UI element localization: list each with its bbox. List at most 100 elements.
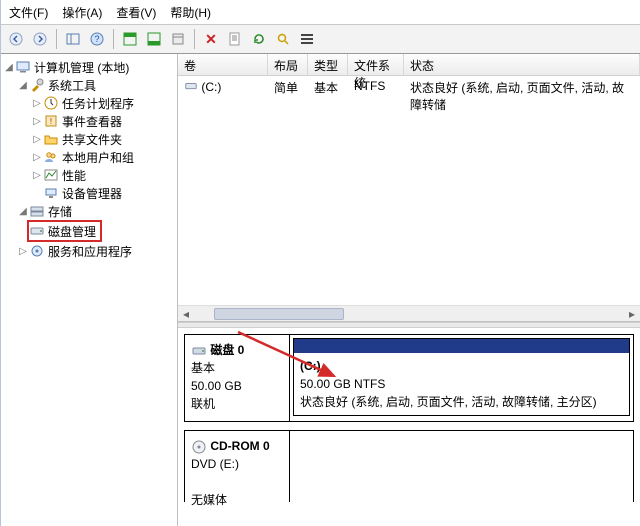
volume-row[interactable]: (C:) 简单 基本 NTFS 状态良好 (系统, 启动, 页面文件, 活动, … <box>178 76 640 96</box>
expand-icon[interactable]: ◢ <box>17 80 29 91</box>
svg-text:!: ! <box>50 117 52 126</box>
menu-action[interactable]: 操作(A) <box>62 4 102 20</box>
disk-0-info: 磁盘 0 基本 50.00 GB 联机 <box>185 335 290 421</box>
tree-label: 任务计划程序 <box>62 95 134 112</box>
scroll-left-icon[interactable]: ◂ <box>178 307 194 321</box>
tree-label: 系统工具 <box>48 77 96 94</box>
perf-icon <box>43 167 59 183</box>
svg-text:?: ? <box>94 34 99 44</box>
tree-storage[interactable]: ◢ 存储 <box>3 202 175 220</box>
view-top-button[interactable] <box>119 28 141 50</box>
folder-share-icon <box>43 131 59 147</box>
disk-0-title: 磁盘 0 <box>210 343 244 357</box>
computer-icon <box>15 59 31 75</box>
horizontal-scrollbar[interactable]: ◂ ▸ <box>178 305 640 321</box>
main-area: ◢ 计算机管理 (本地) ◢ 系统工具 ▷ 任务计划程序 ▷ ! 事件查看器 ▷ <box>1 54 640 526</box>
volume-c-details: (C:) 50.00 GB NTFS 状态良好 (系统, 启动, 页面文件, 活… <box>294 353 629 419</box>
expand-icon[interactable]: ◢ <box>3 62 15 73</box>
cell-fs: NTFS <box>348 78 404 94</box>
properties-button[interactable] <box>224 28 246 50</box>
find-icon[interactable] <box>272 28 294 50</box>
show-hide-tree-button[interactable] <box>62 28 84 50</box>
scrollbar-thumb[interactable] <box>214 308 344 320</box>
expand-icon[interactable]: ◢ <box>17 206 29 217</box>
settings-button[interactable] <box>167 28 189 50</box>
storage-icon <box>29 203 45 219</box>
cdrom-0-box[interactable]: CD-ROM 0 DVD (E:) 无媒体 <box>184 430 634 502</box>
scroll-right-icon[interactable]: ▸ <box>624 307 640 321</box>
menu-file[interactable]: 文件(F) <box>9 4 48 20</box>
disk-icon <box>191 343 207 359</box>
drive-icon <box>184 79 198 93</box>
volume-c-box[interactable]: (C:) 50.00 GB NTFS 状态良好 (系统, 启动, 页面文件, 活… <box>293 338 630 416</box>
disk-0-box[interactable]: 磁盘 0 基本 50.00 GB 联机 (C:) 50.00 GB NTFS 状… <box>184 334 634 422</box>
disk-0-kind: 基本 <box>191 361 215 375</box>
cdrom-0-title: CD-ROM 0 <box>210 439 269 453</box>
tree-label: 磁盘管理 <box>48 223 96 240</box>
navigation-tree[interactable]: ◢ 计算机管理 (本地) ◢ 系统工具 ▷ 任务计划程序 ▷ ! 事件查看器 ▷ <box>1 54 178 526</box>
menu-help[interactable]: 帮助(H) <box>170 4 211 20</box>
col-volume[interactable]: 卷 <box>178 54 268 75</box>
users-icon <box>43 149 59 165</box>
tree-root[interactable]: ◢ 计算机管理 (本地) <box>3 58 175 76</box>
tree-local-users[interactable]: ▷ 本地用户和组 <box>3 148 175 166</box>
volume-list[interactable]: 卷 布局 类型 文件系统 状态 (C:) 简单 基本 NTFS 状态良好 (系统… <box>178 54 640 322</box>
view-bottom-button[interactable] <box>143 28 165 50</box>
help-button[interactable]: ? <box>86 28 108 50</box>
tree-label: 共享文件夹 <box>62 131 122 148</box>
volume-list-header: 卷 布局 类型 文件系统 状态 <box>178 54 640 76</box>
tree-task-scheduler[interactable]: ▷ 任务计划程序 <box>3 94 175 112</box>
nav-back-button[interactable] <box>5 28 27 50</box>
tree-services-apps[interactable]: ▷ 服务和应用程序 <box>3 242 175 260</box>
disk-0-volumes: (C:) 50.00 GB NTFS 状态良好 (系统, 启动, 页面文件, 活… <box>290 335 633 421</box>
list-icon[interactable] <box>296 28 318 50</box>
tree-disk-management[interactable]: 磁盘管理 <box>29 222 96 240</box>
blank-expand <box>31 188 43 199</box>
tree-system-tools[interactable]: ◢ 系统工具 <box>3 76 175 94</box>
tree-label: 服务和应用程序 <box>48 243 132 260</box>
content-pane: 卷 布局 类型 文件系统 状态 (C:) 简单 基本 NTFS 状态良好 (系统… <box>178 54 640 526</box>
refresh-icon[interactable] <box>248 28 270 50</box>
tree-label: 存储 <box>48 203 72 220</box>
device-icon <box>43 185 59 201</box>
expand-icon[interactable]: ▷ <box>31 134 43 145</box>
tree-shared-folders[interactable]: ▷ 共享文件夹 <box>3 130 175 148</box>
expand-icon[interactable]: ▷ <box>31 152 43 163</box>
expand-icon[interactable]: ▷ <box>31 116 43 127</box>
cdrom-0-drive: DVD (E:) <box>191 457 239 471</box>
cdrom-0-volumes <box>290 431 633 502</box>
cell-type: 基本 <box>308 78 348 94</box>
cell-volume: (C:) <box>178 78 268 94</box>
volume-c-size: 50.00 GB NTFS <box>300 377 385 391</box>
expand-icon[interactable]: ▷ <box>31 170 43 181</box>
disk-icon <box>29 223 45 239</box>
toolbar-separator <box>194 29 195 49</box>
cdrom-0-info: CD-ROM 0 DVD (E:) 无媒体 <box>185 431 290 502</box>
menu-view[interactable]: 查看(V) <box>116 4 156 20</box>
tree-device-manager[interactable]: 设备管理器 <box>3 184 175 202</box>
cell-layout: 简单 <box>268 78 308 94</box>
menu-bar: 文件(F) 操作(A) 查看(V) 帮助(H) <box>1 0 640 24</box>
cdrom-icon <box>191 439 207 455</box>
tree-label: 性能 <box>62 167 86 184</box>
services-icon <box>29 243 45 259</box>
clock-icon <box>43 95 59 111</box>
col-layout[interactable]: 布局 <box>268 54 308 75</box>
expand-icon[interactable]: ▷ <box>31 98 43 109</box>
col-filesystem[interactable]: 文件系统 <box>348 54 404 75</box>
tree-label: 设备管理器 <box>62 185 122 202</box>
expand-icon[interactable]: ▷ <box>17 246 29 257</box>
toolbar-separator <box>56 29 57 49</box>
col-status[interactable]: 状态 <box>404 54 640 75</box>
cdrom-0-media: 无媒体 <box>191 493 227 507</box>
volume-c-status: 状态良好 (系统, 启动, 页面文件, 活动, 故障转储, 主分区) <box>300 395 597 409</box>
volume-c-name: (C:) <box>300 359 321 373</box>
computer-management-window: 文件(F) 操作(A) 查看(V) 帮助(H) ? ✕ <box>0 0 640 526</box>
tree-performance[interactable]: ▷ 性能 <box>3 166 175 184</box>
disk-graphical-view[interactable]: 磁盘 0 基本 50.00 GB 联机 (C:) 50.00 GB NTFS 状… <box>178 328 640 526</box>
col-type[interactable]: 类型 <box>308 54 348 75</box>
delete-icon[interactable]: ✕ <box>200 28 222 50</box>
disk-0-size: 50.00 GB <box>191 379 242 393</box>
tree-event-viewer[interactable]: ▷ ! 事件查看器 <box>3 112 175 130</box>
nav-forward-button[interactable] <box>29 28 51 50</box>
